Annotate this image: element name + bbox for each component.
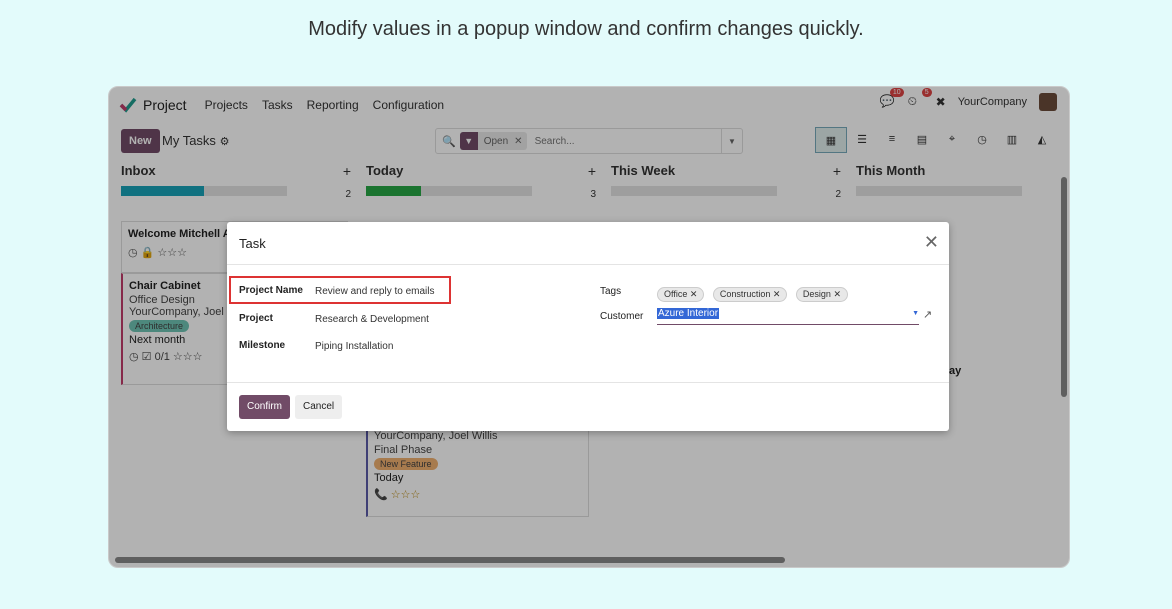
dialog-footer: Confirm Cancel — [227, 382, 949, 432]
remove-tag-icon[interactable]: ✕ — [690, 289, 698, 299]
remove-tag-icon[interactable]: ✕ — [773, 289, 781, 299]
task-dialog: Task ✕ Project Name Review and reply to … — [227, 222, 949, 431]
tag-design: Design ✕ — [795, 287, 848, 302]
project-label: Project — [239, 313, 273, 324]
milestone-label: Milestone — [239, 340, 286, 351]
dialog-header: Task ✕ — [227, 222, 949, 265]
customer-field[interactable]: Azure Interior ▼ — [657, 308, 919, 325]
milestone-field[interactable]: Piping Installation — [315, 341, 393, 352]
remove-tag-icon[interactable]: ✕ — [833, 289, 841, 299]
project-field[interactable]: Research & Development — [315, 314, 429, 325]
tag-office: Office ✕ — [657, 287, 705, 302]
tag-label: Construction — [719, 289, 771, 299]
customer-label: Customer — [600, 311, 644, 322]
project-name-label: Project Name — [239, 285, 303, 296]
tag-construction: Construction ✕ — [712, 287, 788, 302]
confirm-button[interactable]: Confirm — [239, 395, 291, 419]
page-caption: Modify values in a popup window and conf… — [308, 18, 864, 40]
close-icon[interactable]: ✕ — [924, 232, 939, 253]
tag-label: Design — [802, 289, 831, 299]
tags-field[interactable]: Office ✕ Construction ✕ Design ✕ — [657, 284, 852, 302]
dropdown-arrow-icon[interactable]: ▼ — [912, 310, 919, 317]
app-window: Project Projects Tasks Reporting Configu… — [108, 86, 1070, 568]
external-link-icon[interactable]: ↗ — [923, 308, 932, 321]
dialog-title: Task — [239, 236, 266, 251]
project-name-field[interactable]: Review and reply to emails — [315, 286, 435, 297]
tag-label: Office — [664, 289, 688, 299]
cancel-button[interactable]: Cancel — [295, 395, 343, 419]
tags-label: Tags — [600, 286, 622, 297]
customer-value: Azure Interior — [657, 308, 720, 319]
